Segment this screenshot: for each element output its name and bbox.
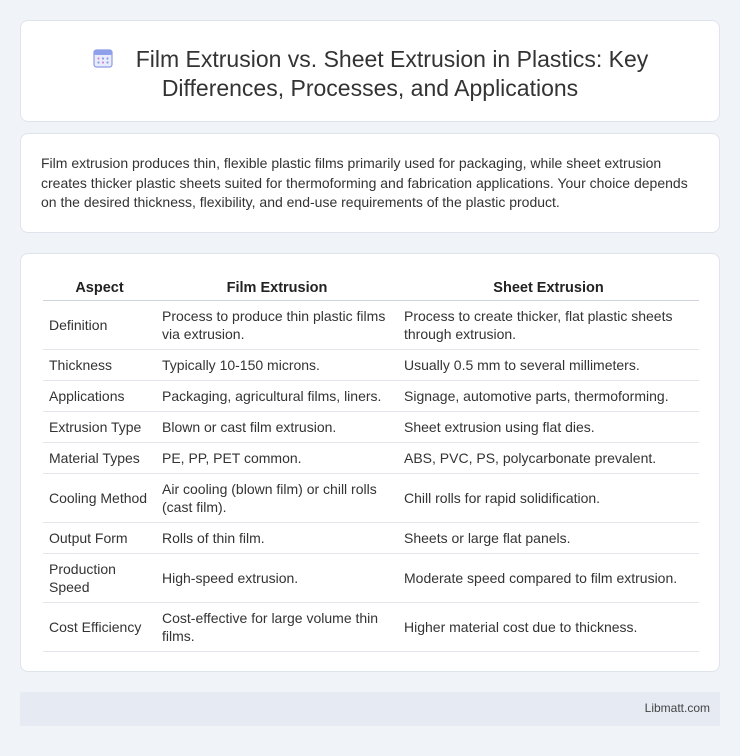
- intro-paragraph: Film extrusion produces thin, flexible p…: [41, 155, 688, 210]
- header-sheet-extrusion: Sheet Extrusion: [398, 274, 699, 301]
- table-header-row: Aspect Film Extrusion Sheet Extrusion: [43, 274, 699, 301]
- table-cell: ABS, PVC, PS, polycarbonate prevalent.: [398, 442, 699, 474]
- footer: Libmatt.com: [20, 692, 720, 726]
- table-cell: Packaging, agricultural films, liners.: [156, 380, 398, 412]
- table-cell: Cost-effective for large volume thin fil…: [156, 602, 398, 652]
- table-cell: Signage, automotive parts, thermoforming…: [398, 380, 699, 412]
- table-row: Production Speed High-speed extrusion. M…: [43, 553, 699, 603]
- table-cell: High-speed extrusion.: [156, 553, 398, 603]
- table-cell: Thickness: [43, 349, 156, 381]
- table-cell: Extrusion Type: [43, 411, 156, 443]
- title-card: Film Extrusion vs. Sheet Extrusion in Pl…: [20, 20, 720, 122]
- table-cell: Process to create thicker, flat plastic …: [398, 300, 699, 350]
- page-title: Film Extrusion vs. Sheet Extrusion in Pl…: [135, 46, 649, 101]
- table-cell: Moderate speed compared to film extrusio…: [398, 553, 699, 603]
- table-cell: Definition: [43, 300, 156, 350]
- table-row: Extrusion Type Blown or cast film extrus…: [43, 411, 699, 443]
- table-row: Applications Packaging, agricultural fil…: [43, 380, 699, 412]
- footer-site-link[interactable]: Libmatt.com: [645, 701, 710, 715]
- table-cell: Material Types: [43, 442, 156, 474]
- table-row: Material Types PE, PP, PET common. ABS, …: [43, 442, 699, 474]
- table-cell: Sheet extrusion using flat dies.: [398, 411, 699, 443]
- table-cell: Sheets or large flat panels.: [398, 522, 699, 554]
- table-cell: Usually 0.5 mm to several millimeters.: [398, 349, 699, 381]
- table-cell: Production Speed: [43, 553, 156, 603]
- intro-card: Film extrusion produces thin, flexible p…: [20, 133, 720, 233]
- table-row: Output Form Rolls of thin film. Sheets o…: [43, 522, 699, 554]
- table-cell: Process to produce thin plastic films vi…: [156, 300, 398, 350]
- title-wrap: Film Extrusion vs. Sheet Extrusion in Pl…: [21, 45, 719, 103]
- table-cell: Typically 10-150 microns.: [156, 349, 398, 381]
- table-cell: Higher material cost due to thickness.: [398, 602, 699, 652]
- header-film-extrusion: Film Extrusion: [156, 274, 398, 301]
- comparison-table: Aspect Film Extrusion Sheet Extrusion De…: [43, 274, 699, 652]
- table-cell: Output Form: [43, 522, 156, 554]
- table-row: Definition Process to produce thin plast…: [43, 300, 699, 350]
- table-cell: Air cooling (blown film) or chill rolls …: [156, 473, 398, 523]
- table-row: Cost Efficiency Cost-effective for large…: [43, 602, 699, 652]
- table-card: Aspect Film Extrusion Sheet Extrusion De…: [20, 253, 720, 672]
- table-cell: Cooling Method: [43, 473, 156, 523]
- calendar-icon: [92, 47, 114, 69]
- table-cell: Cost Efficiency: [43, 602, 156, 652]
- table-row: Thickness Typically 10-150 microns. Usua…: [43, 349, 699, 381]
- table-cell: Chill rolls for rapid solidification.: [398, 473, 699, 523]
- table-row: Cooling Method Air cooling (blown film) …: [43, 473, 699, 523]
- table-cell: Blown or cast film extrusion.: [156, 411, 398, 443]
- table-cell: PE, PP, PET common.: [156, 442, 398, 474]
- table-cell: Applications: [43, 380, 156, 412]
- table-cell: Rolls of thin film.: [156, 522, 398, 554]
- header-aspect: Aspect: [43, 274, 156, 301]
